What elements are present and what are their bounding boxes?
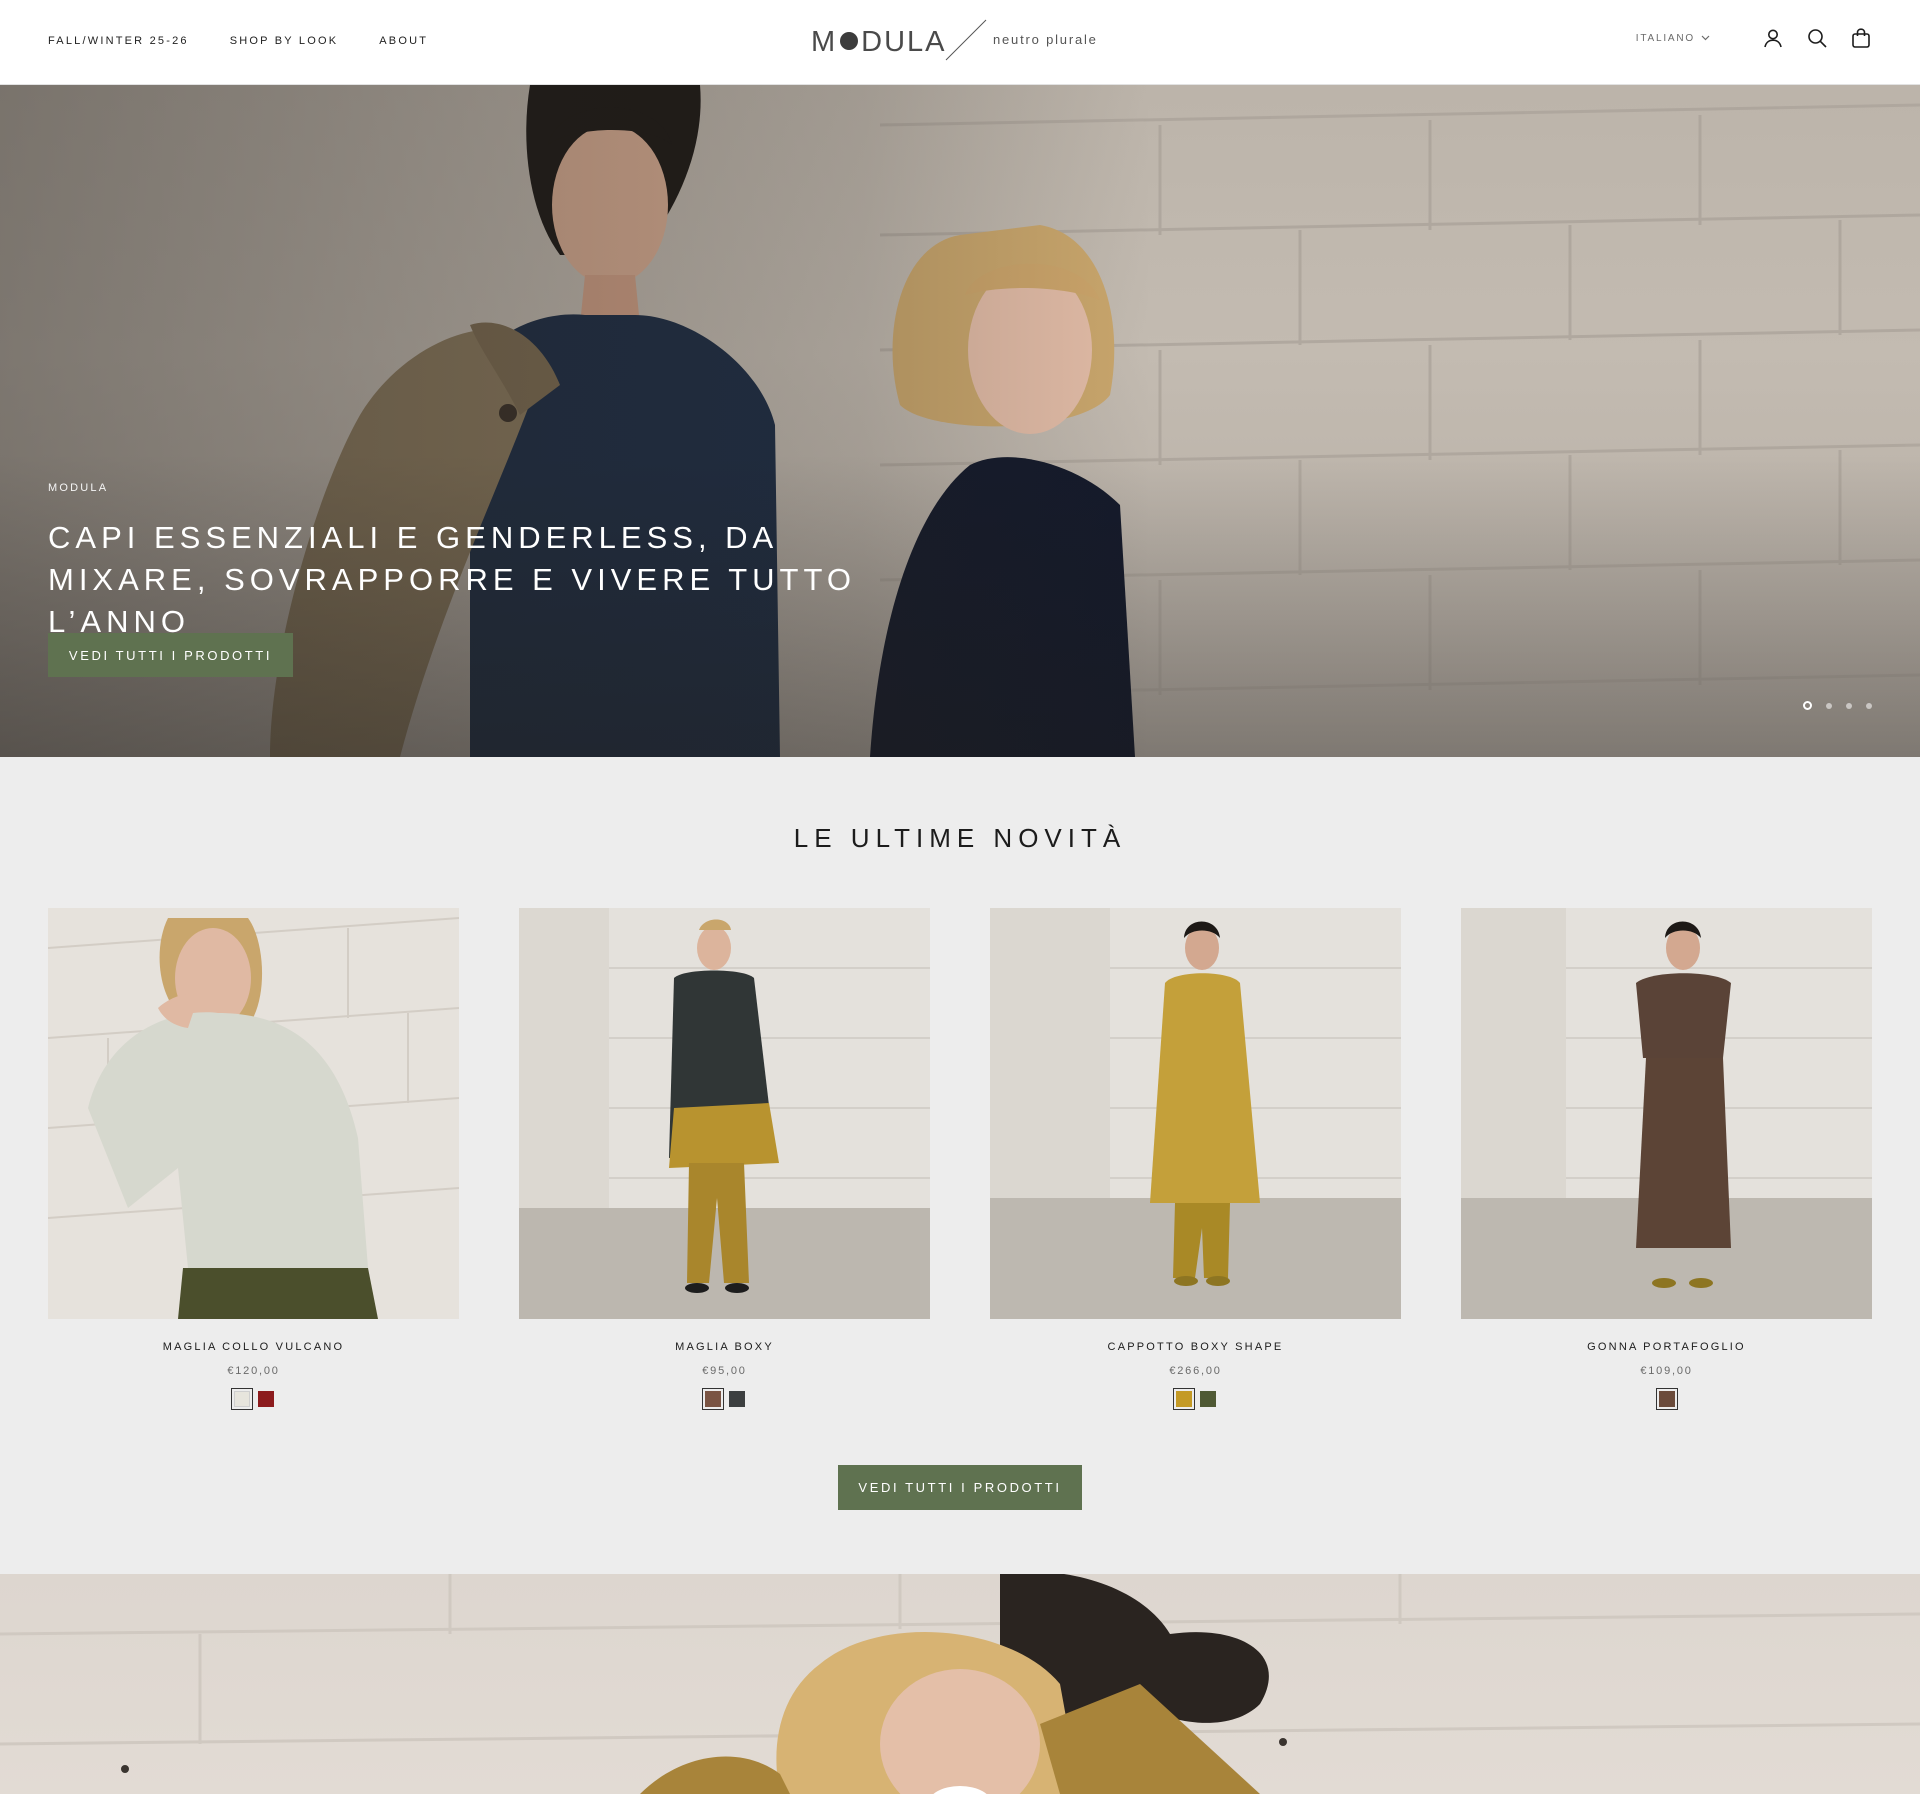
color-swatches <box>519 1388 930 1410</box>
color-swatches <box>990 1388 1401 1410</box>
product-image[interactable] <box>48 908 459 1319</box>
color-swatch[interactable] <box>1655 1388 1678 1410</box>
product-name[interactable]: MAGLIA COLLO VULCANO <box>48 1341 459 1353</box>
hero-kicker: MODULA <box>48 482 109 494</box>
slide-dot-3[interactable] <box>1846 702 1852 709</box>
header-actions: ITALIANO <box>1636 27 1872 49</box>
hero-cta-button[interactable]: VEDI TUTTI I PRODOTTI <box>48 633 293 677</box>
section-title-latest: LE ULTIME NOVITÀ <box>793 823 1127 853</box>
search-icon[interactable] <box>1806 27 1828 49</box>
product-image[interactable] <box>990 908 1401 1319</box>
color-swatch[interactable] <box>701 1388 724 1410</box>
product-card[interactable]: MAGLIA COLLO VULCANO €120,00 <box>48 908 459 1410</box>
color-swatches <box>48 1388 459 1410</box>
product-price: €109,00 <box>1640 1365 1693 1377</box>
product-price: €120,00 <box>227 1365 280 1377</box>
site-header: FALL/WINTER 25-26 SHOP BY LOOK ABOUT M DU… <box>0 0 1920 85</box>
bag-icon[interactable] <box>1850 27 1872 49</box>
nav-shop-by-look[interactable]: SHOP BY LOOK <box>230 35 339 47</box>
logo-slash-icon <box>945 19 987 61</box>
main-nav: FALL/WINTER 25-26 SHOP BY LOOK ABOUT <box>48 35 428 47</box>
language-selector[interactable]: ITALIANO <box>1636 33 1710 44</box>
color-swatch[interactable] <box>257 1391 274 1407</box>
product-card[interactable]: GONNA PORTAFOGLIO €109,00 <box>1461 908 1872 1410</box>
account-icon[interactable] <box>1762 27 1784 49</box>
logo-wordmark: M DULA <box>811 26 947 58</box>
slide-dot-2[interactable] <box>1826 702 1832 709</box>
product-name[interactable]: MAGLIA BOXY <box>519 1341 930 1353</box>
brand-logo[interactable]: M DULA neutro plurale <box>811 18 1111 64</box>
view-all-products-button[interactable]: VEDI TUTTI I PRODOTTI <box>838 1465 1082 1510</box>
product-card[interactable]: CAPPOTTO BOXY SHAPE €266,00 <box>990 908 1401 1410</box>
language-label: ITALIANO <box>1635 32 1695 44</box>
hero-banner: MODULA CAPI ESSENZIALI E GENDERLESS, DA … <box>0 85 1920 757</box>
product-card[interactable]: MAGLIA BOXY €95,00 <box>519 908 930 1410</box>
hero-title: CAPI ESSENZIALI E GENDERLESS, DA MIXARE,… <box>48 520 856 639</box>
color-swatch[interactable] <box>230 1388 253 1410</box>
product-image[interactable] <box>519 908 930 1319</box>
product-name[interactable]: GONNA PORTAFOGLIO <box>1461 1341 1872 1353</box>
nav-about[interactable]: ABOUT <box>379 35 428 47</box>
editorial-photo <box>0 1574 1920 1794</box>
color-swatch[interactable] <box>1172 1388 1195 1410</box>
slide-dot-1[interactable] <box>1803 701 1812 710</box>
color-swatch[interactable] <box>728 1391 745 1407</box>
nav-fall-winter[interactable]: FALL/WINTER 25-26 <box>48 35 189 47</box>
product-name[interactable]: CAPPOTTO BOXY SHAPE <box>990 1341 1401 1353</box>
slide-dot-4[interactable] <box>1866 702 1872 709</box>
product-price: €266,00 <box>1169 1365 1222 1377</box>
logo-tagline: neutro plurale <box>993 32 1098 47</box>
slider-pagination <box>1803 701 1872 710</box>
product-image[interactable] <box>1461 908 1872 1319</box>
editorial-banner <box>0 1574 1920 1794</box>
product-grid: MAGLIA COLLO VULCANO €120,00 MAGLIA BOXY… <box>48 908 1872 1410</box>
product-price: €95,00 <box>702 1365 747 1377</box>
color-swatches <box>1461 1388 1872 1410</box>
color-swatch[interactable] <box>1199 1391 1216 1407</box>
logo-dot-icon <box>840 32 859 51</box>
chevron-down-icon <box>1701 35 1710 41</box>
